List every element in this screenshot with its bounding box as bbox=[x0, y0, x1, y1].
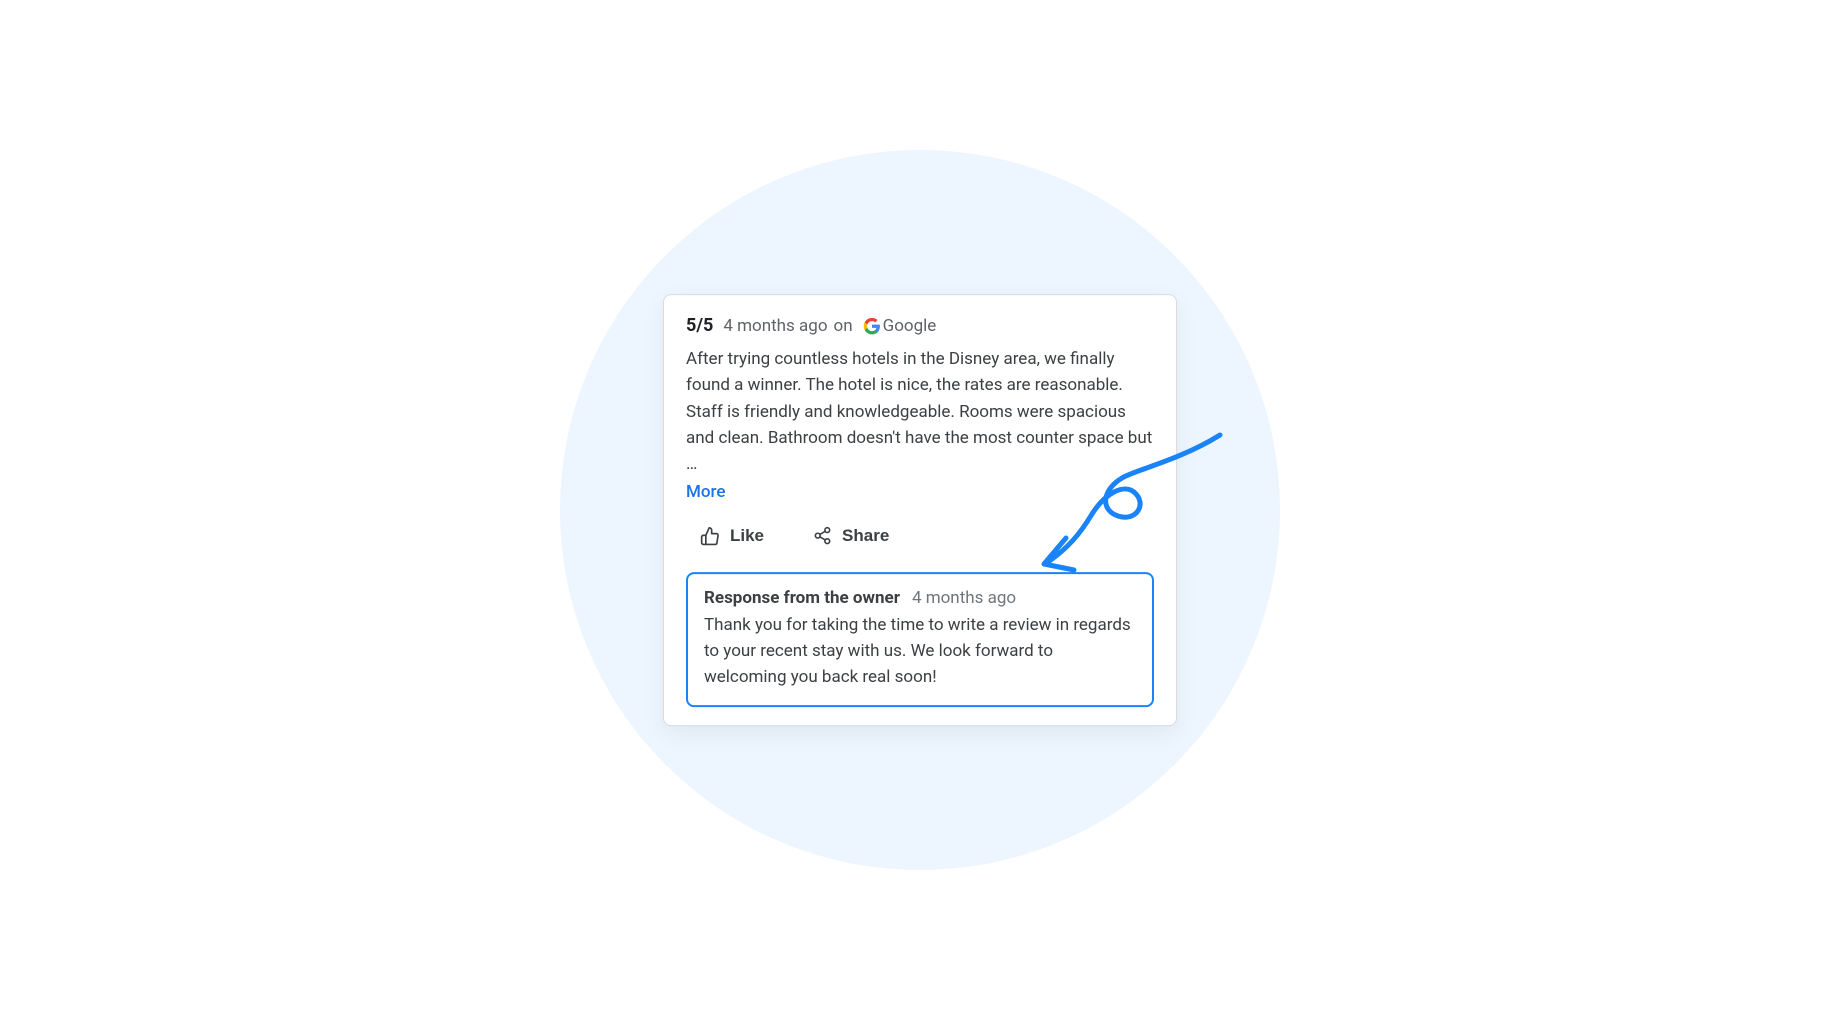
owner-response-timestamp: 4 months ago bbox=[912, 588, 1016, 608]
owner-response-header: Response from the owner 4 months ago bbox=[704, 588, 1136, 608]
rating-score: 5/5 bbox=[686, 315, 713, 336]
google-logo: Google bbox=[863, 316, 937, 336]
review-timestamp: 4 months ago bbox=[723, 316, 827, 336]
owner-response-box: Response from the owner 4 months ago Tha… bbox=[686, 572, 1154, 707]
like-label: Like bbox=[730, 526, 764, 546]
share-label: Share bbox=[842, 526, 889, 546]
like-button[interactable]: Like bbox=[696, 520, 768, 552]
share-button[interactable]: Share bbox=[808, 520, 893, 552]
actions-row: Like Share bbox=[686, 520, 1154, 552]
review-header: 5/5 4 months ago on Google bbox=[686, 315, 1154, 336]
source-name: Google bbox=[883, 316, 937, 336]
google-g-icon bbox=[863, 317, 881, 335]
share-icon bbox=[812, 526, 832, 546]
owner-response-body: Thank you for taking the time to write a… bbox=[704, 612, 1136, 691]
review-card: 5/5 4 months ago on Google After trying … bbox=[663, 294, 1177, 726]
thumbs-up-icon bbox=[700, 526, 720, 546]
source-on-label: on bbox=[834, 316, 853, 336]
owner-response-title: Response from the owner bbox=[704, 588, 900, 608]
more-link[interactable]: More bbox=[686, 482, 725, 502]
review-body: After trying countless hotels in the Dis… bbox=[686, 346, 1154, 478]
